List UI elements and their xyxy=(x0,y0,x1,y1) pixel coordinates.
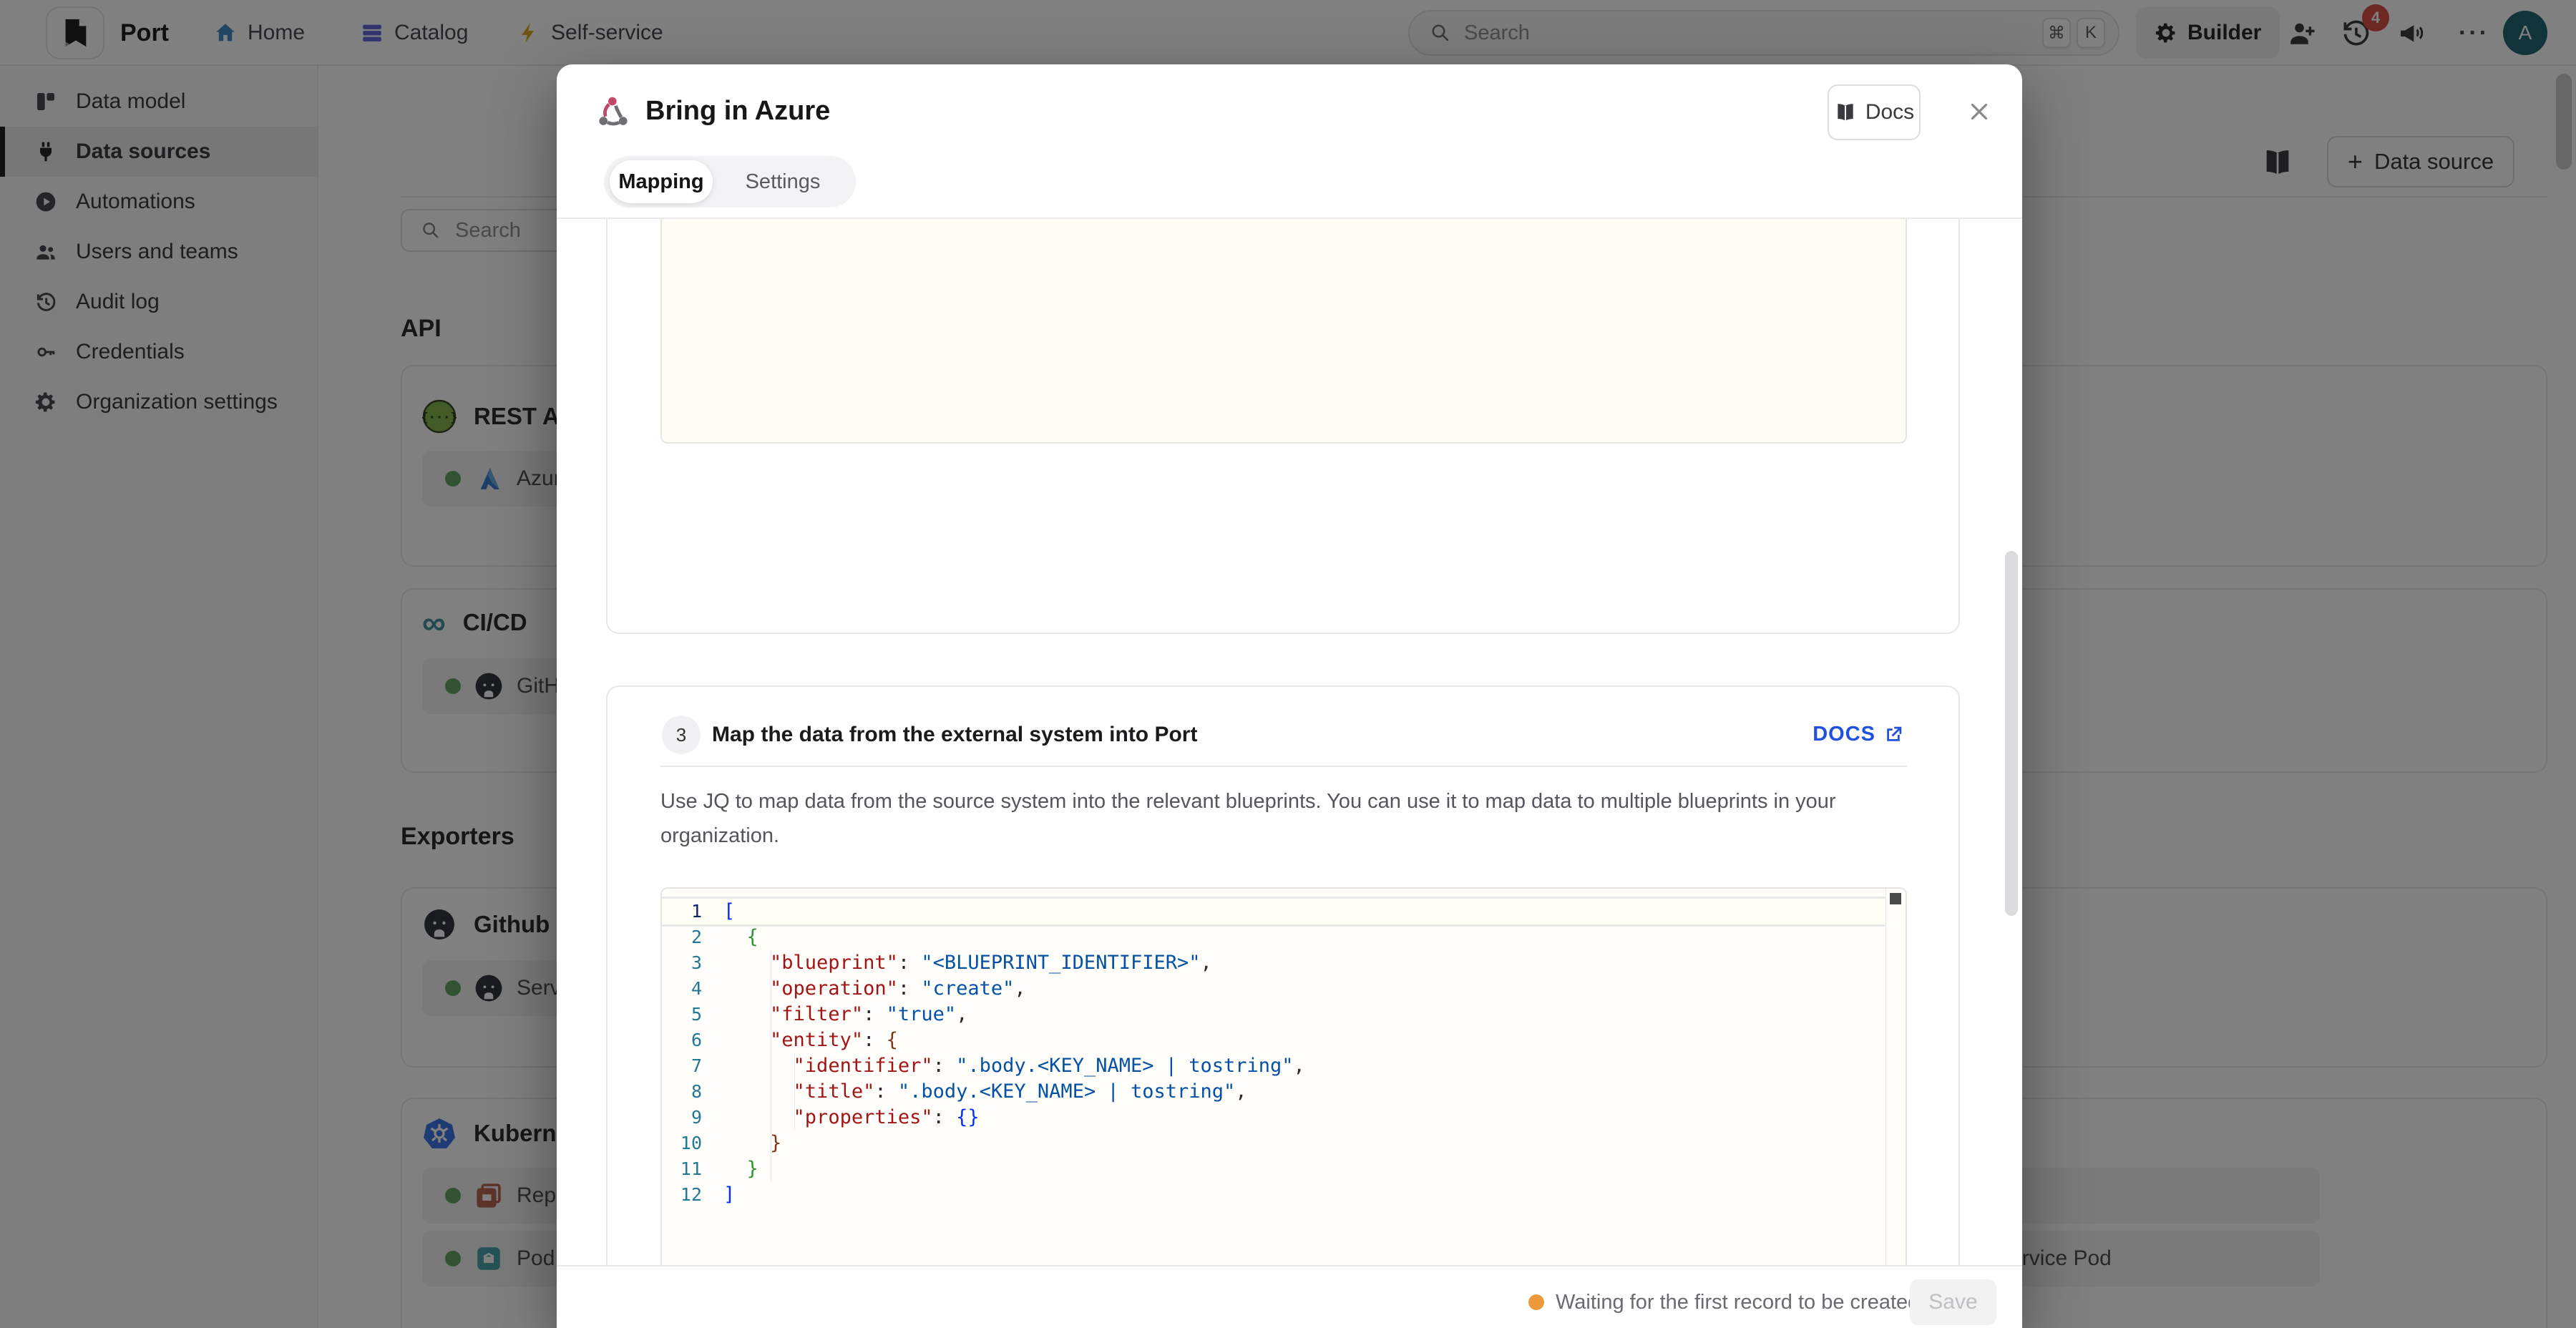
tab-settings[interactable]: Settings xyxy=(718,160,847,203)
code-line[interactable]: 9 "properties": {} xyxy=(662,1105,1906,1131)
webhook-icon xyxy=(592,92,634,133)
footer-status-text: Waiting for the first record to be creat… xyxy=(1556,1291,1919,1314)
code-line[interactable]: 11 } xyxy=(662,1156,1906,1182)
external-link-icon xyxy=(1883,724,1904,746)
previous-step-editor[interactable] xyxy=(660,219,1907,444)
tab-label: Mapping xyxy=(618,170,703,194)
code-line[interactable]: 4 "operation": "create", xyxy=(662,976,1906,1002)
bring-in-azure-modal: Bring in Azure Docs Mapping Settings 3 M… xyxy=(557,64,2022,1328)
save-button[interactable]: Save xyxy=(1910,1279,1996,1325)
modal-scrollbar[interactable] xyxy=(2005,551,2018,916)
modal-scroll-content: 3 Map the data from the external system … xyxy=(557,219,2022,1265)
minimap-viewport xyxy=(1890,893,1901,904)
step-3-card: 3 Map the data from the external system … xyxy=(606,685,1960,1265)
book-icon xyxy=(1834,101,1857,124)
step-heading: Map the data from the external system in… xyxy=(712,723,1197,747)
editor-minimap[interactable] xyxy=(1885,889,1906,1265)
tab-mapping[interactable]: Mapping xyxy=(610,160,713,203)
save-button-label: Save xyxy=(1928,1290,1977,1314)
code-line[interactable]: 6 "entity": { xyxy=(662,1027,1906,1053)
screen: Port Home Catalog Self-service Search ⌘ … xyxy=(0,0,2576,1328)
code-line[interactable]: 7 "identifier": ".body.<KEY_NAME> | tost… xyxy=(662,1053,1906,1079)
tab-label: Settings xyxy=(746,170,821,194)
docs-button-label: Docs xyxy=(1865,100,1914,125)
code-line[interactable]: 8 "title": ".body.<KEY_NAME> | tostring"… xyxy=(662,1079,1906,1105)
previous-step-card xyxy=(606,219,1960,634)
code-line[interactable]: 3 "blueprint": "<BLUEPRINT_IDENTIFIER>", xyxy=(662,950,1906,976)
modal-footer: Waiting for the first record to be creat… xyxy=(557,1266,2022,1328)
status-dot xyxy=(1528,1294,1544,1310)
step-description: Use JQ to map data from the source syste… xyxy=(660,784,1877,853)
code-line[interactable]: 12] xyxy=(662,1182,1906,1208)
code-line[interactable]: 10 } xyxy=(662,1131,1906,1156)
code-lines: 1[2 {3 "blueprint": "<BLUEPRINT_IDENTIFI… xyxy=(662,899,1906,1208)
code-line[interactable]: 2 { xyxy=(662,924,1906,950)
modal-tabs: Mapping Settings xyxy=(604,156,856,208)
modal-title: Bring in Azure xyxy=(645,96,830,127)
docs-link[interactable]: DOCS xyxy=(1813,723,1904,746)
code-line[interactable]: 1[ xyxy=(662,899,1906,924)
docs-link-label: DOCS xyxy=(1813,723,1875,746)
docs-button[interactable]: Docs xyxy=(1828,84,1921,140)
step-divider xyxy=(660,766,1907,767)
close-icon[interactable] xyxy=(1963,96,1995,127)
mapping-code-editor[interactable]: 1[2 {3 "blueprint": "<BLUEPRINT_IDENTIFI… xyxy=(660,887,1907,1265)
code-line[interactable]: 5 "filter": "true", xyxy=(662,1002,1906,1027)
step-number-badge: 3 xyxy=(662,716,701,754)
